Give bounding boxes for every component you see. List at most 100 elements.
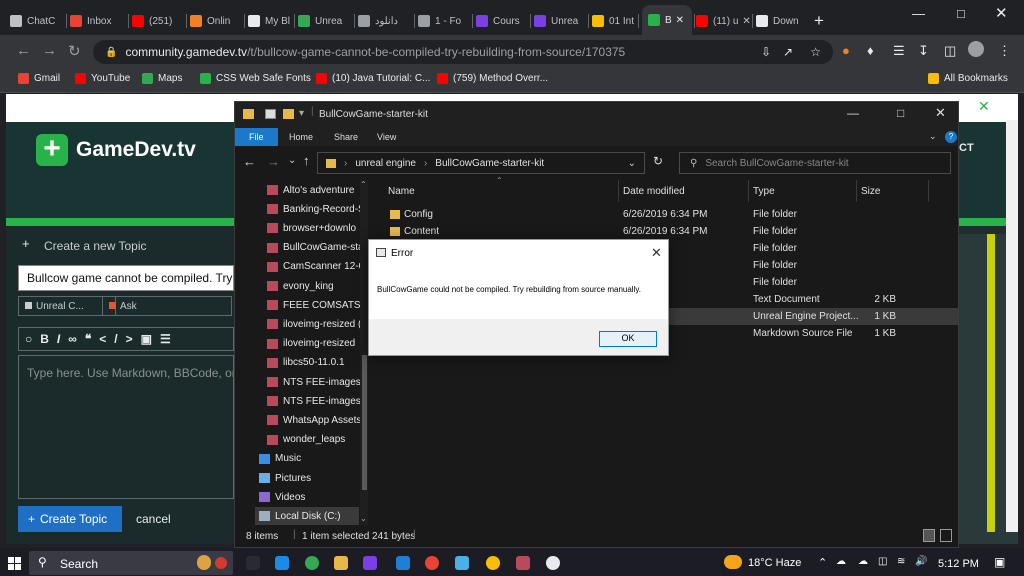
taskbar-search[interactable]: ⚲ Search <box>29 551 233 575</box>
tab-7[interactable]: 1 - Fo <box>418 9 470 33</box>
path-dropdown-icon[interactable]: ⌄ <box>628 158 636 169</box>
tab-2[interactable]: (251) <box>132 9 184 33</box>
close-banner-icon[interactable]: ✕ <box>978 98 990 115</box>
weather-icon[interactable] <box>724 555 742 569</box>
nav-item[interactable]: evony_king <box>267 277 334 295</box>
nav-item[interactable]: browser+downlo <box>267 219 356 237</box>
editor-textarea[interactable]: Type here. Use Markdown, BBCode, or <box>18 355 234 499</box>
properties-icon[interactable] <box>265 109 276 119</box>
winrar-icon[interactable] <box>516 556 530 570</box>
forward-icon[interactable]: → <box>267 154 280 169</box>
tab-1[interactable]: Inbox <box>70 9 126 33</box>
details-view-icon[interactable] <box>923 529 935 542</box>
bold-icon[interactable]: B <box>40 332 57 346</box>
ok-button[interactable]: OK <box>599 331 657 347</box>
column-divider[interactable] <box>748 180 749 202</box>
tab-10[interactable]: 01 Int <box>592 9 636 33</box>
tray-chevron-icon[interactable]: ⌃ <box>818 556 827 569</box>
nav-item[interactable]: Pictures <box>259 469 311 487</box>
scroll-up-icon[interactable]: ⌃ <box>360 180 367 189</box>
bookmark-item[interactable]: Maps <box>142 73 182 84</box>
notifications-icon[interactable]: ▣ <box>994 555 1005 569</box>
quote-icon[interactable]: ○ <box>25 332 40 346</box>
sidepanel-icon[interactable]: ◫ <box>944 43 956 59</box>
quick-access-dropdown-icon[interactable]: ▾ <box>299 108 304 119</box>
volume-icon[interactable]: 🔊 <box>915 556 927 567</box>
avatar[interactable] <box>968 41 984 57</box>
site-logo-text[interactable]: GameDev.tv <box>76 138 196 162</box>
file-explorer-icon[interactable] <box>334 556 348 570</box>
recent-locations-icon[interactable]: ⌄ <box>288 155 296 166</box>
install-icon[interactable]: ⇩ <box>761 45 771 59</box>
edge-icon[interactable] <box>275 556 289 570</box>
tab-11[interactable]: B ✕ <box>642 5 692 35</box>
code-icon[interactable]: </> <box>99 332 140 346</box>
nav-item[interactable]: Alto's adventure <box>267 181 354 199</box>
bookmark-item[interactable]: Gmail <box>18 73 60 84</box>
nav-item[interactable]: NTS FEE-images <box>267 392 361 410</box>
nav-scrollbar[interactable]: ⌃ ⌄ <box>360 180 368 525</box>
tab-5[interactable]: Unrea <box>298 9 352 33</box>
new-tab-button[interactable]: + <box>814 9 824 33</box>
tab-6[interactable]: دانلود <box>358 9 412 33</box>
nav-item[interactable]: Banking-Record-S <box>267 200 365 218</box>
ribbon-expand-icon[interactable]: ⌄ <box>929 131 937 142</box>
close-window-button[interactable]: ✕ <box>995 4 1008 22</box>
nav-item[interactable]: FEEE COMSATS-ir <box>267 296 369 314</box>
windows-start-icon[interactable] <box>8 557 21 570</box>
nav-item[interactable]: WhatsApp Assets <box>267 411 361 429</box>
nav-item[interactable]: NTS FEE-images ( <box>267 373 367 391</box>
menu-icon[interactable]: ⋮ <box>998 43 1011 59</box>
help-icon[interactable]: ? <box>945 131 957 143</box>
chrome-icon-2[interactable] <box>486 556 500 570</box>
tab-home[interactable]: Home <box>281 128 321 146</box>
media-icon[interactable]: ☰ <box>893 43 905 59</box>
column-date[interactable]: Date modified <box>623 186 685 197</box>
nav-item[interactable]: iloveimg-resized <box>267 335 355 353</box>
page-scrollbar[interactable] <box>1006 120 1018 532</box>
tab-13[interactable]: Down <box>756 9 812 33</box>
column-size[interactable]: Size <box>861 186 880 197</box>
nav-item[interactable]: wonder_leaps <box>267 431 345 449</box>
topic-title-input[interactable]: Bullcow game cannot be compiled. Try <box>18 265 234 291</box>
battery-icon[interactable]: ◫ <box>878 556 887 567</box>
blockquote-icon[interactable]: ❝ <box>85 332 99 346</box>
wifi-icon[interactable]: ≋ <box>897 556 905 567</box>
refresh-icon[interactable]: ↻ <box>653 154 663 168</box>
tab-view[interactable]: View <box>369 128 404 146</box>
path-segment-unreal-engine[interactable]: unreal engine <box>355 158 416 169</box>
forward-icon[interactable]: → <box>42 42 57 59</box>
path-segment-project[interactable]: BullCowGame-starter-kit <box>435 158 544 169</box>
new-folder-icon[interactable] <box>283 109 294 119</box>
vscode-icon[interactable] <box>396 556 410 570</box>
maximize-button[interactable]: □ <box>897 106 904 120</box>
close-icon[interactable]: ✕ <box>651 245 662 261</box>
bookmark-item[interactable]: YouTube <box>75 73 130 84</box>
puzzle-icon[interactable]: ♦ <box>867 43 874 58</box>
image-icon[interactable]: ▣ <box>141 332 160 346</box>
visual-studio-icon[interactable] <box>363 556 377 570</box>
notepad-icon[interactable] <box>455 556 469 570</box>
weather-text[interactable]: 18°C Haze <box>748 557 801 569</box>
tab-12[interactable]: (11) u ✕ <box>696 9 750 33</box>
task-view-icon[interactable] <box>246 556 260 570</box>
download-icon[interactable]: ↧ <box>918 43 929 59</box>
path-bar[interactable]: › unreal engine › BullCowGame-starter-ki… <box>317 152 645 174</box>
column-divider[interactable] <box>618 180 619 202</box>
file-row[interactable]: Content 6/26/2019 6:34 PM File folder <box>380 223 958 240</box>
maximize-button[interactable]: □ <box>957 6 965 21</box>
close-button[interactable]: ✕ <box>935 105 946 121</box>
extension-icon[interactable]: ● <box>842 43 850 58</box>
chrome-icon[interactable] <box>305 556 319 570</box>
tab-4[interactable]: My Bl <box>248 9 292 33</box>
unreal-icon[interactable] <box>546 556 560 570</box>
list-icon[interactable]: ☰ <box>160 332 179 346</box>
reload-icon[interactable]: ↻ <box>68 42 81 60</box>
back-icon[interactable]: ← <box>16 42 31 59</box>
cancel-link[interactable]: cancel <box>136 512 171 526</box>
minimize-button[interactable]: — <box>912 6 925 21</box>
chrome-profile-icon[interactable] <box>425 556 439 570</box>
nav-item[interactable]: BullCowGame-sta <box>267 239 364 257</box>
large-icons-view-icon[interactable] <box>940 529 952 542</box>
nav-scroll-thumb[interactable] <box>362 355 367 490</box>
